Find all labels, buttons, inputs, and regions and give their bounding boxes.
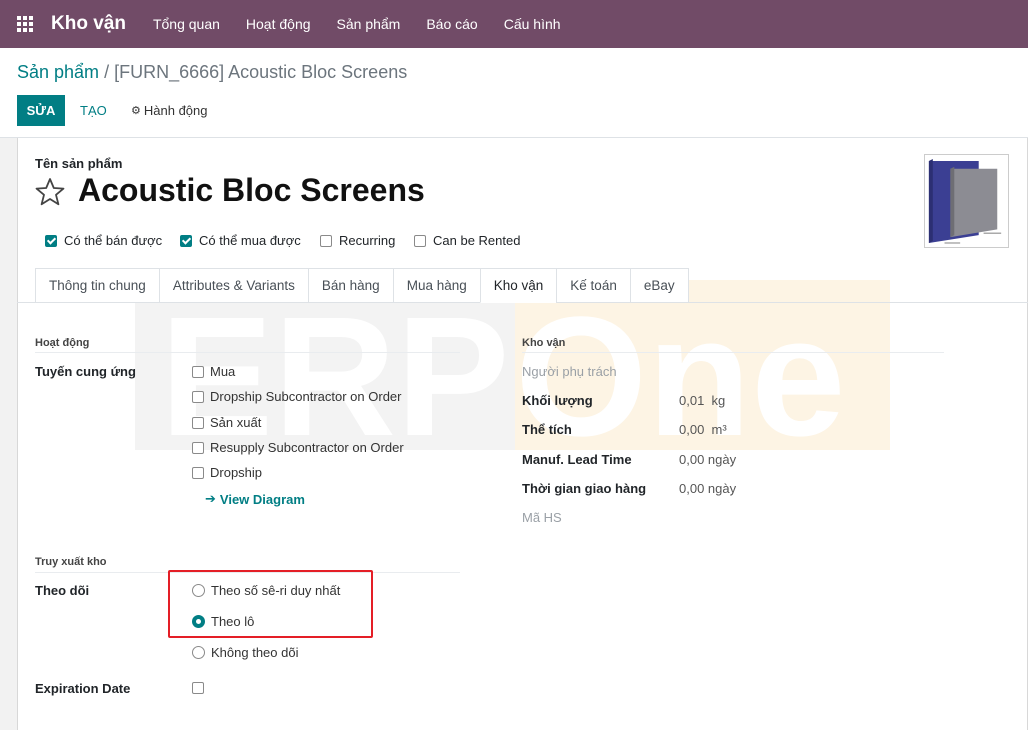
acoustic-screen-image: [925, 155, 1007, 245]
route-buy[interactable]: Mua: [192, 364, 235, 379]
radio-button[interactable]: [192, 646, 205, 659]
app-brand[interactable]: Kho vận: [51, 13, 126, 35]
expiration-date-checkbox[interactable]: [192, 682, 210, 694]
edit-button[interactable]: SỬA: [17, 95, 65, 126]
apps-menu-icon[interactable]: [17, 16, 35, 32]
form-tabs: Thông tin chung Attributes & Variants Bá…: [35, 268, 689, 303]
breadcrumb-separator: /: [104, 62, 110, 82]
action-menu-label: Hành động: [143, 103, 208, 118]
nav-configuration[interactable]: Cấu hình: [491, 0, 574, 48]
route-dropship[interactable]: Dropship: [192, 465, 262, 480]
route-label: Dropship: [210, 465, 263, 480]
manuf-lead-time-value[interactable]: 0,00 ngày: [679, 452, 736, 467]
checkbox-box[interactable]: [414, 234, 426, 247]
product-name-field[interactable]: Acoustic Bloc Screens: [78, 172, 425, 209]
arrow-right-icon: ➔: [205, 491, 216, 506]
routes-label: Tuyến cung ứng: [35, 364, 136, 379]
weight-value[interactable]: 0,01 kg: [679, 393, 725, 408]
checkbox-box[interactable]: [192, 365, 204, 378]
tracking-label: Theo dõi: [35, 583, 90, 598]
manuf-lead-time-label: Manuf. Lead Time: [522, 452, 632, 467]
route-label: Dropship Subcontractor on Order: [210, 389, 402, 404]
volume-label: Thể tích: [522, 422, 572, 437]
breadcrumb-current: [FURN_6666] Acoustic Bloc Screens: [114, 62, 408, 82]
product-image[interactable]: [924, 154, 1009, 248]
section-divider: [522, 352, 944, 353]
weight-label: Khối lượng: [522, 393, 593, 408]
checkbox-box[interactable]: [45, 234, 57, 247]
delivery-time-label: Thời gian giao hàng: [522, 481, 647, 496]
star-icon[interactable]: [34, 176, 66, 208]
recurring-checkbox[interactable]: Recurring: [320, 233, 395, 248]
hs-code-field[interactable]: Mã HS: [522, 510, 562, 525]
route-resupply-subcontractor[interactable]: Resupply Subcontractor on Order: [192, 440, 404, 455]
control-panel: Sản phẩm / [FURN_6666] Acoustic Bloc Scree…: [0, 48, 1028, 138]
route-label: Mua: [210, 364, 236, 379]
create-button[interactable]: TẠO: [74, 95, 113, 126]
traceability-section-title: Truy xuất kho: [35, 556, 107, 568]
can-be-sold-label: Có thể bán được: [64, 233, 163, 248]
route-label: Sản xuất: [210, 415, 262, 430]
view-diagram-label: View Diagram: [219, 491, 305, 507]
tab-general-info[interactable]: Thông tin chung: [35, 268, 159, 303]
tab-purchase[interactable]: Mua hàng: [392, 268, 480, 303]
view-diagram-link[interactable]: ➔ View Diagram: [205, 491, 305, 507]
radio-label: Không theo dõi: [211, 645, 299, 660]
responsible-field[interactable]: Người phụ trách: [522, 364, 617, 379]
expiration-date-label: Expiration Date: [35, 681, 131, 696]
nav-reporting[interactable]: Báo cáo: [413, 0, 490, 48]
nav-products[interactable]: Sản phẩm: [324, 0, 414, 48]
can-be-purchased-label: Có thể mua được: [199, 233, 301, 248]
route-manufacture[interactable]: Sản xuất: [192, 415, 261, 430]
top-navbar: Kho vận Tổng quan Hoạt động Sản phẩm Báo…: [0, 0, 1028, 48]
delivery-time-value[interactable]: 0,00 ngày: [679, 481, 736, 496]
can-be-rented-label: Can be Rented: [433, 233, 521, 248]
checkbox-box[interactable]: [192, 682, 204, 694]
breadcrumb: Sản phẩm / [FURN_6666] Acoustic Bloc Scree…: [17, 62, 407, 83]
tab-ebay[interactable]: eBay: [629, 268, 689, 303]
product-name-label: Tên sản phẩm: [35, 156, 123, 171]
tab-accounting[interactable]: Kế toán: [556, 268, 630, 303]
can-be-purchased-checkbox[interactable]: Có thể mua được: [180, 233, 301, 248]
logistics-section-title: Kho vận: [522, 337, 566, 349]
operations-section-title: Hoạt động: [35, 337, 90, 349]
tab-inventory[interactable]: Kho vận: [479, 268, 557, 303]
can-be-sold-checkbox[interactable]: Có thể bán được: [45, 233, 162, 248]
recurring-label: Recurring: [339, 233, 396, 248]
highlight-annotation: [168, 570, 373, 638]
checkbox-box[interactable]: [320, 234, 332, 247]
checkbox-box[interactable]: [192, 416, 204, 429]
checkbox-box[interactable]: [192, 441, 204, 454]
gear-icon: ⚙: [131, 105, 141, 117]
action-menu-button[interactable]: ⚙ Hành động: [131, 95, 208, 126]
breadcrumb-parent-link[interactable]: Sản phẩm: [17, 62, 99, 82]
route-label: Resupply Subcontractor on Order: [210, 440, 404, 455]
nav-overview[interactable]: Tổng quan: [140, 0, 233, 48]
tab-sales[interactable]: Bán hàng: [307, 268, 393, 303]
checkbox-box[interactable]: [192, 466, 204, 479]
nav-operations[interactable]: Hoạt động: [233, 0, 324, 48]
section-divider: [35, 352, 460, 353]
tracking-none-radio[interactable]: Không theo dõi: [192, 645, 298, 660]
volume-value[interactable]: 0,00 m³: [679, 422, 727, 437]
route-dropship-subcontractor[interactable]: Dropship Subcontractor on Order: [192, 389, 401, 404]
checkbox-box[interactable]: [180, 234, 192, 247]
can-be-rented-checkbox[interactable]: Can be Rented: [414, 233, 520, 248]
checkbox-box[interactable]: [192, 390, 204, 403]
tab-attributes-variants[interactable]: Attributes & Variants: [158, 268, 308, 303]
